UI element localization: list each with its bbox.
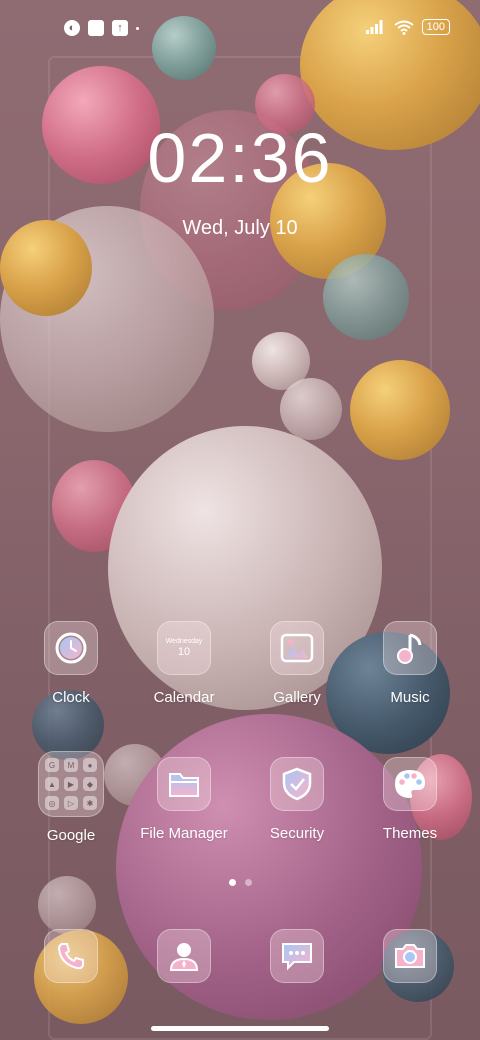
wallpaper-sphere <box>350 360 450 460</box>
assistant-icon: ● <box>83 758 97 772</box>
gmail-icon: M <box>64 758 78 772</box>
square-notification-icon <box>88 20 104 36</box>
app-label: Calendar <box>153 689 215 706</box>
calendar-icon: Wednesday 10 <box>157 621 211 675</box>
time-display: 02:36 <box>147 119 333 197</box>
app-notification-icon: ◐ <box>64 20 80 36</box>
google-app-icon: G <box>45 758 59 772</box>
signal-icon <box>365 20 383 34</box>
app-security[interactable]: Security <box>247 757 347 842</box>
app-calendar[interactable]: Wednesday 10 Calendar <box>134 621 234 706</box>
upload-icon: ↑ <box>112 20 128 36</box>
page-dot[interactable] <box>244 879 252 886</box>
app-music[interactable]: Music <box>360 621 460 706</box>
drive-icon: ▲ <box>45 777 59 791</box>
dock-contacts[interactable] <box>134 929 234 983</box>
maps-icon: ◆ <box>83 777 97 791</box>
app-label: File Manager <box>140 825 228 842</box>
camera-icon <box>395 944 425 968</box>
music-note-icon <box>397 633 422 664</box>
page-dot-active[interactable] <box>228 879 236 886</box>
app-gallery[interactable]: Gallery <box>247 621 347 706</box>
dot-icon <box>136 26 139 30</box>
youtube-icon: ▷ <box>64 796 78 810</box>
app-label: Security <box>269 825 325 842</box>
app-themes[interactable]: Themes <box>360 757 460 842</box>
page-indicator <box>0 879 480 886</box>
wallpaper-sphere <box>280 378 342 440</box>
clock-icon <box>55 632 87 664</box>
folder-google[interactable]: G M ● ▲ ▶ ◆ ◎ ▷ ✱ Google <box>21 751 121 844</box>
wallpaper-sphere <box>323 254 409 340</box>
app-file-manager[interactable]: File Manager <box>134 757 234 842</box>
app-clock[interactable]: Clock <box>21 621 121 706</box>
battery-icon: 100 <box>421 19 450 35</box>
photos-icon: ✱ <box>83 796 97 810</box>
app-label: Clock <box>52 689 90 706</box>
contacts-icon <box>169 943 199 971</box>
phone-icon <box>57 943 84 970</box>
dock-messages[interactable] <box>247 929 347 983</box>
date-display: Wed, July 10 <box>182 217 298 239</box>
app-label: Google <box>46 827 96 844</box>
app-label: Gallery <box>273 689 321 706</box>
play-store-icon: ▶ <box>64 777 78 791</box>
folder-icon: G M ● ▲ ▶ ◆ ◎ ▷ ✱ <box>38 751 104 817</box>
folder-file-icon <box>169 773 199 797</box>
app-label: Music <box>390 689 430 706</box>
palette-icon <box>395 770 425 798</box>
status-bar: ◐ ↑ 100 <box>0 16 480 40</box>
messages-icon <box>282 943 312 971</box>
calendar-icon-day: Wednesday <box>165 637 203 645</box>
wifi-icon <box>394 20 414 35</box>
gallery-icon <box>280 633 314 663</box>
dock-camera[interactable] <box>360 929 460 983</box>
app-label: Themes <box>382 825 438 842</box>
dock-phone[interactable] <box>21 929 121 983</box>
home-indicator[interactable] <box>151 1026 329 1031</box>
chrome-icon: ◎ <box>45 796 59 810</box>
shield-icon <box>282 767 312 801</box>
calendar-icon-date: 10 <box>177 645 191 658</box>
